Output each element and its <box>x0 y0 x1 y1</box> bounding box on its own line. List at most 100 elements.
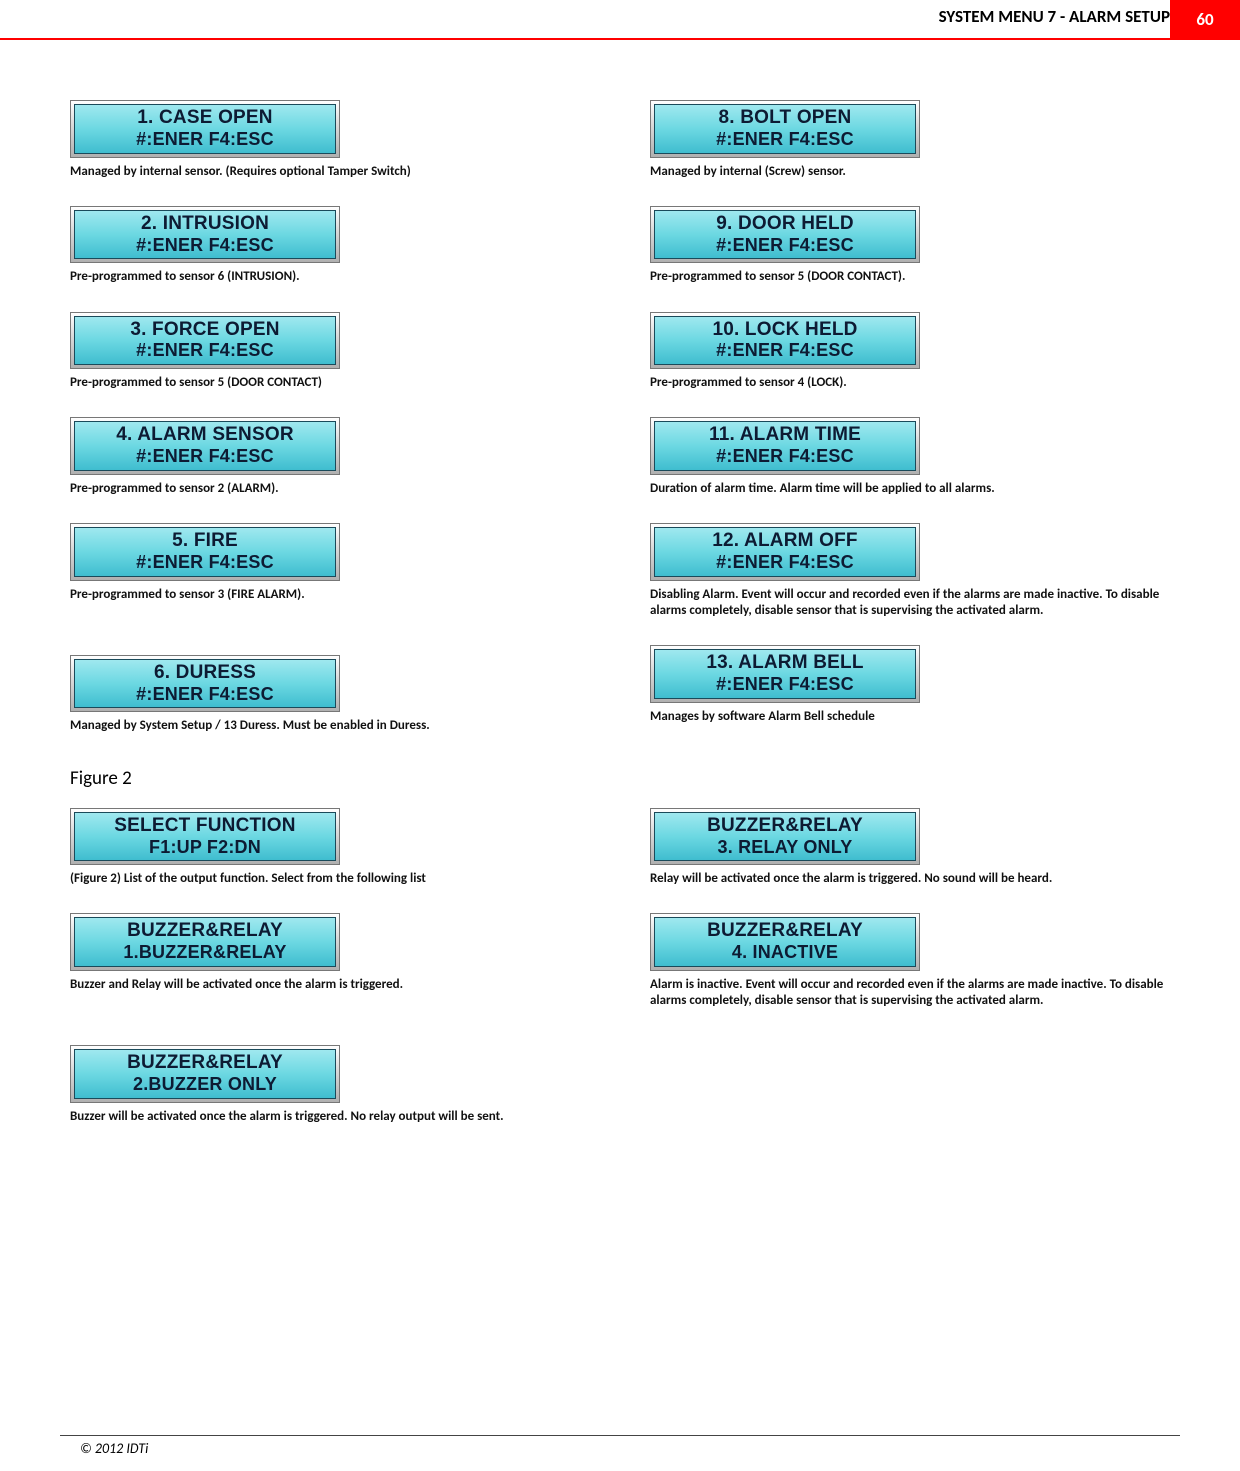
lcd-screen: BUZZER&RELAY 4. INACTIVE <box>650 913 920 971</box>
list-item: 3. FORCE OPEN #:ENER F4:ESC Pre-programm… <box>70 312 590 392</box>
item-desc: Pre-programmed to sensor 2 (ALARM). <box>70 481 590 497</box>
item-desc: Manages by software Alarm Bell schedule <box>650 709 1170 725</box>
lcd-line2: #:ENER F4:ESC <box>657 129 913 150</box>
lcd-screen: BUZZER&RELAY 3. RELAY ONLY <box>650 808 920 866</box>
lcd-line2: 2.BUZZER ONLY <box>77 1074 333 1095</box>
content: 1. CASE OPEN #:ENER F4:ESC Managed by in… <box>60 40 1180 1151</box>
lcd-line1: BUZZER&RELAY <box>657 920 913 942</box>
lcd-line1: 1. CASE OPEN <box>77 107 333 129</box>
list-item: 11. ALARM TIME #:ENER F4:ESC Duration of… <box>650 417 1170 497</box>
page-number: 60 <box>1170 0 1240 38</box>
lcd-screen: 6. DURESS #:ENER F4:ESC <box>70 655 340 713</box>
list-item: 4. ALARM SENSOR #:ENER F4:ESC Pre-progra… <box>70 417 590 497</box>
lcd-line2: F1:UP F2:DN <box>77 837 333 858</box>
lcd-inner: 4. ALARM SENSOR #:ENER F4:ESC <box>74 421 336 471</box>
lcd-line1: 12. ALARM OFF <box>657 530 913 552</box>
list-item: BUZZER&RELAY 1.BUZZER&RELAY Buzzer and R… <box>70 913 590 993</box>
lcd-line2: 3. RELAY ONLY <box>657 837 913 858</box>
lcd-screen: SELECT FUNCTION F1:UP F2:DN <box>70 808 340 866</box>
list-item: 6. DURESS #:ENER F4:ESC Managed by Syste… <box>70 655 590 735</box>
lcd-screen: BUZZER&RELAY 1.BUZZER&RELAY <box>70 913 340 971</box>
lcd-inner: BUZZER&RELAY 1.BUZZER&RELAY <box>74 917 336 967</box>
lcd-line2: #:ENER F4:ESC <box>77 684 333 705</box>
item-desc: Buzzer and Relay will be activated once … <box>70 977 590 993</box>
item-desc: Disabling Alarm. Event will occur and re… <box>650 587 1170 620</box>
lcd-line1: BUZZER&RELAY <box>77 1052 333 1074</box>
list-item: BUZZER&RELAY 4. INACTIVE Alarm is inacti… <box>650 913 1170 1009</box>
lcd-screen: 2. INTRUSION #:ENER F4:ESC <box>70 206 340 264</box>
lcd-screen: 9. DOOR HELD #:ENER F4:ESC <box>650 206 920 264</box>
item-desc: Pre-programmed to sensor 5 (DOOR CONTACT… <box>70 375 590 391</box>
list-item: 5. FIRE #:ENER F4:ESC Pre-programmed to … <box>70 523 590 603</box>
lcd-inner: 5. FIRE #:ENER F4:ESC <box>74 527 336 577</box>
lcd-line2: #:ENER F4:ESC <box>657 552 913 573</box>
item-desc: Duration of alarm time. Alarm time will … <box>650 481 1170 497</box>
header-title: SYSTEM MENU 7 - ALARM SETUP <box>939 6 1170 27</box>
lcd-line2: #:ENER F4:ESC <box>657 340 913 361</box>
list-item: BUZZER&RELAY 2.BUZZER ONLY Buzzer will b… <box>70 1045 590 1125</box>
figure-label: Figure 2 <box>70 767 1170 790</box>
lcd-line2: #:ENER F4:ESC <box>657 674 913 695</box>
lcd-screen: 8. BOLT OPEN #:ENER F4:ESC <box>650 100 920 158</box>
lcd-inner: 12. ALARM OFF #:ENER F4:ESC <box>654 527 916 577</box>
lcd-inner: 2. INTRUSION #:ENER F4:ESC <box>74 210 336 260</box>
item-desc: (Figure 2) List of the output function. … <box>70 871 590 887</box>
item-desc: Managed by System Setup / 13 Duress. Mus… <box>70 718 590 734</box>
list-item: 13. ALARM BELL #:ENER F4:ESC Manages by … <box>650 645 1170 725</box>
page-header: SYSTEM MENU 7 - ALARM SETUP 60 <box>0 0 1240 40</box>
lcd-inner: 10. LOCK HELD #:ENER F4:ESC <box>654 316 916 366</box>
lcd-line1: 11. ALARM TIME <box>657 424 913 446</box>
lcd-line2: #:ENER F4:ESC <box>657 446 913 467</box>
lcd-line1: 9. DOOR HELD <box>657 213 913 235</box>
footer-copyright: © 2012 IDTi <box>60 1435 1180 1457</box>
lcd-line2: #:ENER F4:ESC <box>77 552 333 573</box>
list-item: 1. CASE OPEN #:ENER F4:ESC Managed by in… <box>70 100 590 180</box>
figure2-list: SELECT FUNCTION F1:UP F2:DN (Figure 2) L… <box>70 808 1170 1151</box>
item-desc: Managed by internal (Screw) sensor. <box>650 164 1170 180</box>
lcd-line1: SELECT FUNCTION <box>77 815 333 837</box>
lcd-screen: BUZZER&RELAY 2.BUZZER ONLY <box>70 1045 340 1103</box>
lcd-line1: 2. INTRUSION <box>77 213 333 235</box>
lcd-line1: 10. LOCK HELD <box>657 319 913 341</box>
lcd-line2: 1.BUZZER&RELAY <box>77 942 333 963</box>
item-desc: Pre-programmed to sensor 4 (LOCK). <box>650 375 1170 391</box>
lcd-line1: 4. ALARM SENSOR <box>77 424 333 446</box>
lcd-inner: 13. ALARM BELL #:ENER F4:ESC <box>654 649 916 699</box>
lcd-line2: #:ENER F4:ESC <box>77 340 333 361</box>
lcd-line1: BUZZER&RELAY <box>657 815 913 837</box>
item-desc: Relay will be activated once the alarm i… <box>650 871 1170 887</box>
lcd-line2: 4. INACTIVE <box>657 942 913 963</box>
lcd-screen: 11. ALARM TIME #:ENER F4:ESC <box>650 417 920 475</box>
page: SYSTEM MENU 7 - ALARM SETUP 60 1. CASE O… <box>0 0 1240 1471</box>
list-item: 12. ALARM OFF #:ENER F4:ESC Disabling Al… <box>650 523 1170 619</box>
lcd-inner: 8. BOLT OPEN #:ENER F4:ESC <box>654 104 916 154</box>
lcd-line1: BUZZER&RELAY <box>77 920 333 942</box>
lcd-line2: #:ENER F4:ESC <box>77 129 333 150</box>
alarm-list-right: 8. BOLT OPEN #:ENER F4:ESC Managed by in… <box>650 100 1170 761</box>
item-desc: Pre-programmed to sensor 6 (INTRUSION). <box>70 269 590 285</box>
lcd-inner: BUZZER&RELAY 3. RELAY ONLY <box>654 812 916 862</box>
lcd-line1: 8. BOLT OPEN <box>657 107 913 129</box>
list-item: 9. DOOR HELD #:ENER F4:ESC Pre-programme… <box>650 206 1170 286</box>
list-item: 2. INTRUSION #:ENER F4:ESC Pre-programme… <box>70 206 590 286</box>
figure2-right: BUZZER&RELAY 3. RELAY ONLY Relay will be… <box>650 808 1170 1151</box>
list-item: 8. BOLT OPEN #:ENER F4:ESC Managed by in… <box>650 100 1170 180</box>
lcd-inner: BUZZER&RELAY 4. INACTIVE <box>654 917 916 967</box>
lcd-inner: 6. DURESS #:ENER F4:ESC <box>74 659 336 709</box>
item-desc: Managed by internal sensor. (Requires op… <box>70 164 590 180</box>
lcd-screen: 13. ALARM BELL #:ENER F4:ESC <box>650 645 920 703</box>
list-item: BUZZER&RELAY 3. RELAY ONLY Relay will be… <box>650 808 1170 888</box>
lcd-line1: 6. DURESS <box>77 662 333 684</box>
figure2-left: SELECT FUNCTION F1:UP F2:DN (Figure 2) L… <box>70 808 590 1151</box>
list-item: SELECT FUNCTION F1:UP F2:DN (Figure 2) L… <box>70 808 590 888</box>
list-item: 10. LOCK HELD #:ENER F4:ESC Pre-programm… <box>650 312 1170 392</box>
lcd-inner: 11. ALARM TIME #:ENER F4:ESC <box>654 421 916 471</box>
lcd-screen: 5. FIRE #:ENER F4:ESC <box>70 523 340 581</box>
lcd-inner: 1. CASE OPEN #:ENER F4:ESC <box>74 104 336 154</box>
lcd-screen: 4. ALARM SENSOR #:ENER F4:ESC <box>70 417 340 475</box>
alarm-list-left: 1. CASE OPEN #:ENER F4:ESC Managed by in… <box>70 100 590 761</box>
lcd-screen: 1. CASE OPEN #:ENER F4:ESC <box>70 100 340 158</box>
lcd-line2: #:ENER F4:ESC <box>657 235 913 256</box>
lcd-line2: #:ENER F4:ESC <box>77 235 333 256</box>
lcd-inner: SELECT FUNCTION F1:UP F2:DN <box>74 812 336 862</box>
